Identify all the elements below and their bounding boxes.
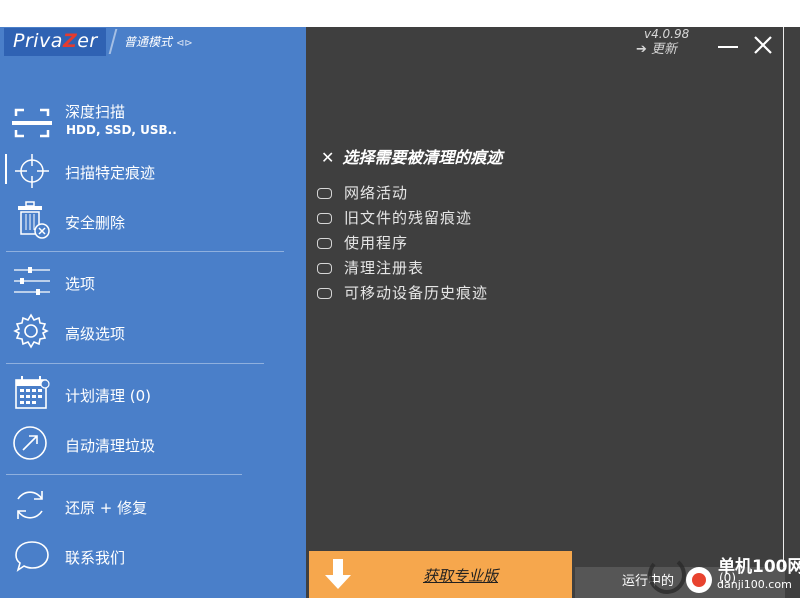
trash-icon <box>18 201 50 239</box>
sidebar-item-deep-scan[interactable]: 深度扫描 HDD, SSD, USB.. <box>0 97 300 147</box>
sidebar-item-restore[interactable]: 还原 + 修复 <box>0 484 300 530</box>
sidebar-item-advanced-options[interactable]: 高级选项 <box>0 310 300 356</box>
option-label: 旧文件的残留痕迹 <box>344 209 473 227</box>
gear-icon <box>13 313 49 349</box>
option-label: 可移动设备历史痕迹 <box>344 284 489 302</box>
get-pro-label: 获取专业版 <box>423 567 499 585</box>
scan-icon <box>12 108 52 138</box>
update-link[interactable]: ➔ 更新 <box>636 38 677 57</box>
watermark-url: danji100.com <box>717 578 792 591</box>
sidebar-item-options[interactable]: 选项 <box>0 260 300 306</box>
sidebar-divider <box>6 474 242 475</box>
sidebar-item-label: 计划清理 (0) <box>65 387 152 405</box>
sidebar-divider <box>6 363 264 364</box>
sidebar-item-schedule[interactable]: 计划清理 (0) <box>0 372 300 418</box>
option-label: 清理注册表 <box>344 259 425 277</box>
sidebar-item-auto-clean[interactable]: 自动清理垃圾 <box>0 422 300 468</box>
restore-icon <box>17 491 43 519</box>
sidebar: PrivaZer 普通模式 ⊲⊳ 深度扫描 HDD, SSD, USB.. 扫描特… <box>0 27 306 598</box>
option-checkbox[interactable] <box>317 263 332 274</box>
option-checkbox[interactable] <box>317 213 332 224</box>
sidebar-item-contact[interactable]: 联系我们 <box>0 534 300 580</box>
sidebar-item-label: 安全删除 <box>65 214 126 232</box>
calendar-icon <box>15 376 50 409</box>
sidebar-divider <box>6 251 284 252</box>
chat-icon <box>15 541 49 572</box>
sliders-icon <box>14 267 50 295</box>
sidebar-item-secure-delete[interactable]: 安全删除 <box>0 199 300 245</box>
option-label: 使用程序 <box>344 234 409 252</box>
sidebar-item-label: 深度扫描 <box>65 103 126 121</box>
sidebar-item-label: 选项 <box>65 275 96 293</box>
option-checkbox[interactable] <box>317 188 332 199</box>
option-checkbox[interactable] <box>317 238 332 249</box>
watermark-title: 单机100网 <box>718 557 800 577</box>
sidebar-item-label: 还原 + 修复 <box>65 499 148 517</box>
header-divider <box>108 29 118 54</box>
mode-toggle-icon[interactable]: ⊲⊳ <box>176 38 193 49</box>
logo-text: PrivaZer <box>13 30 98 52</box>
privazer-window: PrivaZer 普通模式 ⊲⊳ 深度扫描 HDD, SSD, USB.. 扫描特… <box>0 27 800 598</box>
option-label: 网络活动 <box>344 184 409 202</box>
download-arrow-icon <box>325 559 351 589</box>
crosshair-icon <box>15 154 49 188</box>
close-button[interactable] <box>751 33 775 57</box>
app-logo: PrivaZer <box>4 28 106 56</box>
top-blank-area <box>0 0 800 27</box>
sidebar-item-label: 联系我们 <box>65 549 126 567</box>
auto-clean-icon <box>13 426 47 460</box>
sidebar-item-sublabel: HDD, SSD, USB.. <box>66 123 177 137</box>
get-pro-button[interactable]: 获取专业版 <box>309 551 572 598</box>
window-edge <box>783 27 784 598</box>
sidebar-item-scan-specific[interactable]: 扫描特定痕迹 <box>0 149 300 195</box>
sidebar-item-label: 自动清理垃圾 <box>65 437 156 455</box>
select-traces-heading[interactable]: ✕ 选择需要被清理的痕迹 <box>321 144 502 168</box>
sidebar-item-label: 高级选项 <box>65 325 126 343</box>
mode-switch[interactable]: 普通模式 ⊲⊳ <box>124 33 193 50</box>
sidebar-item-label: 扫描特定痕迹 <box>65 164 156 182</box>
collapse-icon[interactable]: ✕ <box>321 148 334 167</box>
minimize-button[interactable] <box>716 33 740 57</box>
option-checkbox[interactable] <box>317 288 332 299</box>
